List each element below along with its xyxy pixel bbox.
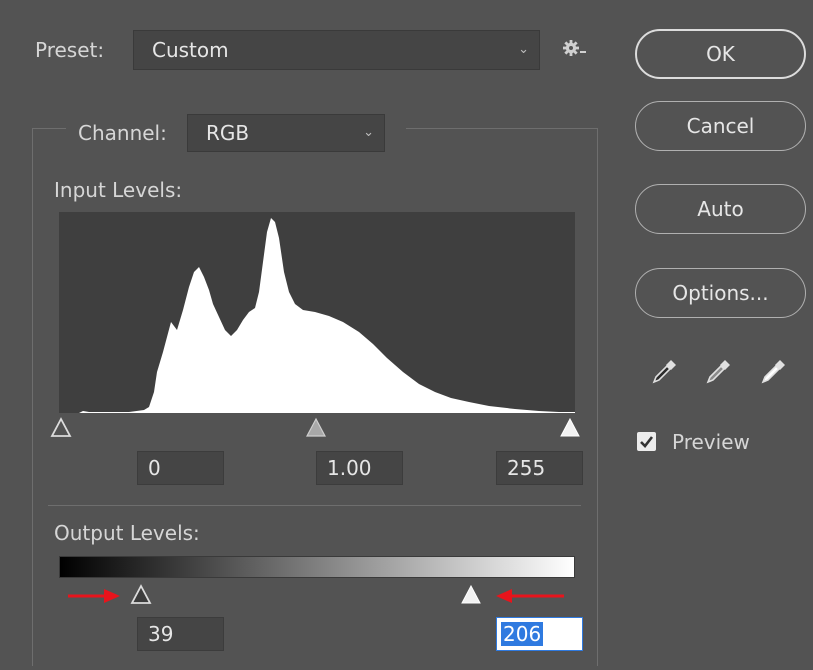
cancel-button[interactable]: Cancel (635, 101, 806, 151)
input-white-slider[interactable] (559, 417, 581, 444)
gray-point-eyedropper-icon[interactable] (705, 357, 733, 390)
black-point-eyedropper-icon[interactable] (651, 357, 679, 390)
input-white-field[interactable]: 255 (496, 451, 583, 485)
auto-button[interactable]: Auto (635, 184, 806, 234)
input-levels-label: Input Levels: (54, 178, 183, 202)
chevron-down-icon: ⌄ (363, 124, 374, 140)
chevron-down-icon: ⌄ (518, 41, 529, 57)
ok-button[interactable]: OK (635, 29, 806, 79)
annotation-arrow-left-icon (494, 586, 566, 610)
channel-label: Channel: (78, 121, 167, 145)
preset-label: Preset: (35, 38, 105, 62)
input-gamma-field[interactable]: 1.00 (316, 451, 403, 485)
input-black-field[interactable]: 0 (137, 451, 224, 485)
checkmark-icon (640, 436, 654, 448)
gear-dropdown-icon[interactable] (562, 38, 588, 60)
output-black-slider[interactable] (129, 584, 153, 611)
output-black-field[interactable]: 39 (137, 617, 224, 651)
histogram (59, 212, 575, 413)
preset-value: Custom (152, 38, 229, 62)
preview-checkbox[interactable] (637, 432, 656, 451)
input-black-slider[interactable] (50, 417, 72, 444)
options-button[interactable]: Options... (635, 268, 806, 318)
section-divider (48, 505, 581, 506)
output-white-slider[interactable] (459, 584, 483, 611)
output-white-field[interactable]: 206 (496, 617, 583, 651)
preset-dropdown[interactable]: Custom ⌄ (133, 30, 540, 70)
annotation-arrow-right-icon (66, 586, 122, 610)
preview-label[interactable]: Preview (672, 430, 750, 454)
channel-dropdown[interactable]: RGB ⌄ (187, 114, 385, 152)
input-gamma-slider[interactable] (305, 417, 327, 444)
white-point-eyedropper-icon[interactable] (760, 357, 788, 390)
output-gradient-bar (59, 556, 575, 578)
channel-value: RGB (206, 121, 250, 145)
output-levels-label: Output Levels: (54, 521, 200, 545)
